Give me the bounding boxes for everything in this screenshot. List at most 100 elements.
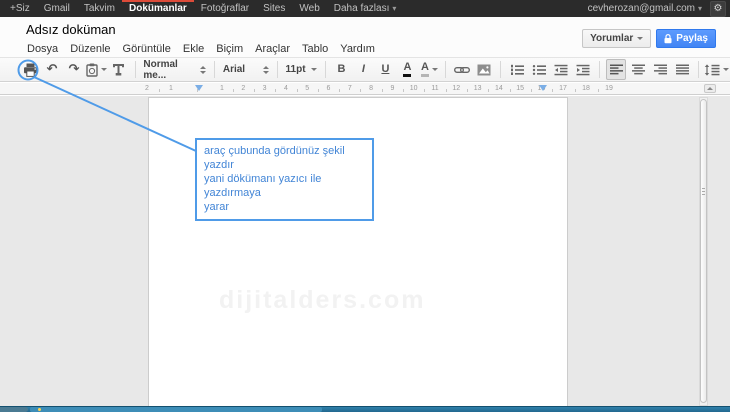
googlebar-item-more[interactable]: Daha fazlası▾	[327, 0, 404, 17]
google-docs-window: +Siz Gmail Takvim Dokümanlar Fotoğraflar…	[0, 0, 730, 412]
toolbar-separator	[325, 61, 326, 78]
doc-header: Adsız doküman Dosya Düzenle Görüntüle Ek…	[0, 17, 730, 57]
paint-format-icon	[112, 63, 125, 76]
menu-format[interactable]: Biçim	[210, 43, 249, 55]
print-button[interactable]	[20, 59, 40, 80]
toolbar-separator	[277, 61, 278, 78]
googlebar-item-calendar[interactable]: Takvim	[77, 0, 122, 17]
decrease-indent-button[interactable]	[551, 59, 571, 80]
italic-button[interactable]: I	[353, 59, 373, 80]
compact-controls-toggle[interactable]	[704, 84, 716, 93]
googlebar-item-documents[interactable]: Dokümanlar	[122, 0, 194, 17]
highlight-color-button[interactable]: A	[419, 59, 439, 80]
taskbar	[0, 406, 730, 412]
toolbar-separator	[445, 61, 446, 78]
ruler-tick	[510, 89, 511, 92]
left-margin-marker[interactable]	[195, 85, 203, 91]
gear-icon[interactable]: ⚙	[710, 1, 726, 17]
web-clipboard-button[interactable]	[86, 59, 107, 80]
ruler-number: 10	[410, 85, 418, 92]
font-size-dropdown[interactable]: 11pt	[283, 64, 320, 75]
underline-icon: U	[381, 64, 389, 75]
bold-icon: B	[337, 64, 345, 75]
insert-link-button[interactable]	[452, 59, 472, 80]
chevron-up-icon	[707, 87, 713, 90]
menu-view[interactable]: Görüntüle	[117, 43, 177, 55]
styles-dropdown[interactable]: Normal me...	[140, 59, 209, 81]
ruler-tick	[424, 89, 425, 92]
paint-format-button[interactable]	[109, 59, 129, 80]
clipboard-icon	[86, 63, 98, 77]
menu-table[interactable]: Tablo	[296, 43, 334, 55]
menu-edit[interactable]: Düzenle	[64, 43, 116, 55]
taskbar-window-button[interactable]	[30, 407, 322, 412]
ruler-number: 13	[474, 85, 482, 92]
vertical-scrollbar[interactable]	[699, 97, 708, 406]
font-value: Arial	[223, 64, 245, 75]
googlebar-item-sites[interactable]: Sites	[256, 0, 292, 17]
menu-tools[interactable]: Araçlar	[249, 43, 296, 55]
share-button[interactable]: Paylaş	[656, 29, 716, 48]
bulleted-list-button[interactable]	[529, 59, 549, 80]
lock-icon	[664, 34, 672, 44]
document-title[interactable]: Adsız doküman	[26, 22, 116, 37]
ruler-tick	[575, 89, 576, 92]
menu-insert[interactable]: Ekle	[177, 43, 210, 55]
ruler-number: 19	[605, 85, 613, 92]
ruler-number: 2	[145, 85, 149, 92]
ruler-tick	[254, 89, 255, 92]
googlebar-item-photos[interactable]: Fotoğraflar	[194, 0, 256, 17]
toolbar-separator	[698, 61, 699, 78]
ruler-number: 6	[327, 85, 331, 92]
scrollbar-thumb[interactable]	[700, 99, 707, 403]
googlebar-right: cevherozan@gmail.com▾ ⚙	[586, 0, 730, 17]
bold-button[interactable]: B	[331, 59, 351, 80]
ruler-tick	[467, 89, 468, 92]
align-center-button[interactable]	[628, 59, 648, 80]
chevron-down-icon: ▾	[698, 4, 702, 13]
updown-icon	[200, 66, 206, 74]
chevron-down-icon	[311, 68, 317, 71]
increase-indent-button[interactable]	[573, 59, 593, 80]
toolbar: ↶ ↷ Normal me... Arial 11pt B I U A A	[0, 57, 730, 82]
ruler-tick	[598, 89, 599, 92]
comments-button[interactable]: Yorumlar	[582, 29, 651, 48]
googlebar-item-web[interactable]: Web	[292, 0, 326, 17]
menubar: Dosya Düzenle Görüntüle Ekle Biçim Araçl…	[21, 43, 381, 55]
justify-button[interactable]	[672, 59, 692, 80]
ruler-number: 5	[305, 85, 309, 92]
ruler-tick	[297, 89, 298, 92]
redo-button[interactable]: ↷	[64, 59, 84, 80]
ruler: 2112345678910111213141516171819	[0, 83, 730, 95]
right-margin-marker[interactable]	[539, 85, 547, 91]
numbered-list-button[interactable]	[507, 59, 527, 80]
align-right-button[interactable]	[650, 59, 670, 80]
indent-icon	[576, 64, 590, 76]
header-buttons: Yorumlar Paylaş	[582, 29, 716, 48]
underline-button[interactable]: U	[375, 59, 395, 80]
menu-file[interactable]: Dosya	[21, 43, 64, 55]
bulleted-list-icon	[532, 64, 546, 76]
line-spacing-button[interactable]	[705, 59, 729, 80]
align-right-icon	[654, 64, 667, 75]
menu-help[interactable]: Yardım	[334, 43, 381, 55]
undo-button[interactable]: ↶	[42, 59, 62, 80]
googlebar-item-gmail[interactable]: Gmail	[37, 0, 77, 17]
styles-value: Normal me...	[143, 59, 195, 81]
googlebar-item-plus-you[interactable]: +Siz	[3, 0, 37, 17]
insert-image-button[interactable]	[474, 59, 494, 80]
ruler-tick	[275, 89, 276, 92]
ruler-tick	[318, 89, 319, 92]
ruler-tick	[531, 89, 532, 92]
align-left-button[interactable]	[606, 59, 626, 80]
account-menu[interactable]: cevherozan@gmail.com▾	[586, 0, 704, 17]
ruler-tick	[339, 89, 340, 92]
start-button[interactable]	[0, 407, 28, 412]
undo-icon: ↶	[47, 63, 58, 76]
ruler-tick	[488, 89, 489, 92]
annotation-callout: araç çubunda gördünüz şekil yazdır yani …	[195, 138, 374, 221]
font-dropdown[interactable]: Arial	[220, 64, 272, 75]
text-color-button[interactable]: A	[397, 59, 417, 80]
ruler-tick	[552, 89, 553, 92]
highlight-icon: A	[421, 62, 429, 77]
